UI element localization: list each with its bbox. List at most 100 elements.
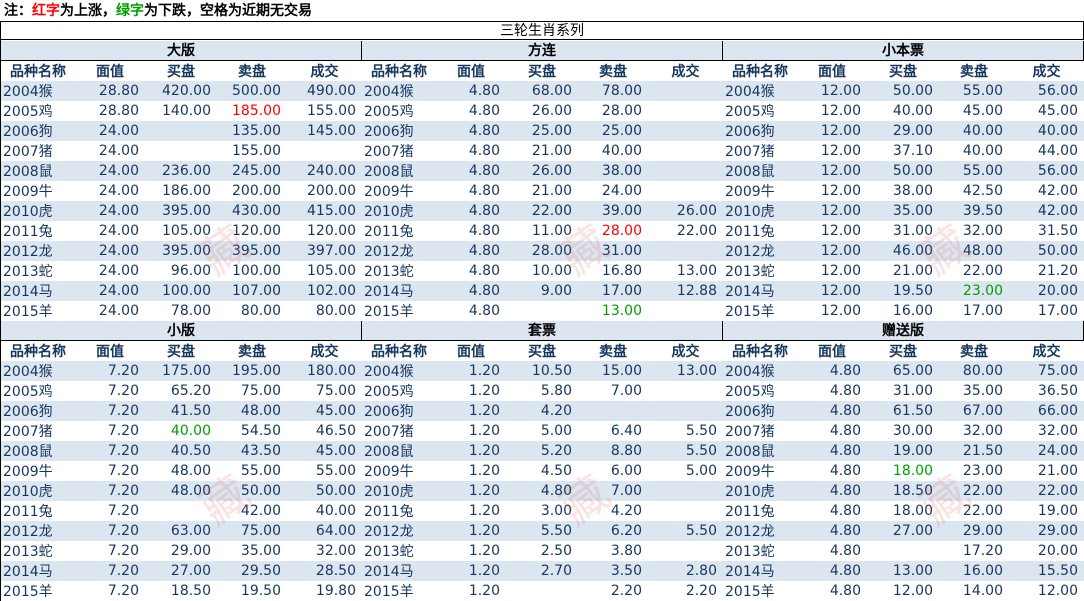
table-row: 2004猴 28.80 420.00 500.00 490.00 xyxy=(1,81,362,101)
value-cell: 7.20 xyxy=(75,541,145,561)
item-name-cell: 2015羊 xyxy=(723,581,797,601)
value-cell: 42.50 xyxy=(939,181,1009,201)
table-row: 2009牛 1.20 4.50 6.00 5.00 xyxy=(362,461,723,481)
table-row: 2009牛 7.20 48.00 55.00 55.00 xyxy=(1,461,362,481)
item-name-cell: 2007猪 xyxy=(723,421,797,441)
item-name-cell: 2010虎 xyxy=(723,481,797,501)
value-cell: 245.00 xyxy=(217,161,287,181)
value-cell: 15.50 xyxy=(1009,561,1084,581)
value-cell: 26.00 xyxy=(506,101,578,121)
table-row: 2006狗 4.80 25.00 25.00 xyxy=(362,121,723,141)
value-cell: 155.00 xyxy=(217,141,287,161)
value-cell: 21.00 xyxy=(506,181,578,201)
table-row: 2011兔 1.20 3.00 4.20 xyxy=(362,501,723,521)
item-name-cell: 2005鸡 xyxy=(723,381,797,401)
value-cell: 5.20 xyxy=(506,441,578,461)
value-cell xyxy=(648,241,723,261)
value-cell: 9.00 xyxy=(506,281,578,301)
table-row: 2006狗 1.20 4.20 xyxy=(362,401,723,421)
item-name-cell: 2013蛇 xyxy=(1,261,75,281)
value-cell: 32.00 xyxy=(1009,421,1084,441)
value-cell: 4.80 xyxy=(797,441,867,461)
value-cell: 42.00 xyxy=(1009,181,1084,201)
value-cell: 24.00 xyxy=(75,241,145,261)
column-header: 成交 xyxy=(287,341,362,361)
table-row: 2007猪 12.00 37.10 40.00 44.00 xyxy=(723,141,1084,161)
value-cell: 7.20 xyxy=(75,361,145,381)
value-cell: 4.80 xyxy=(797,421,867,441)
value-cell: 7.20 xyxy=(75,421,145,441)
value-cell: 55.00 xyxy=(939,161,1009,181)
value-cell: 4.80 xyxy=(436,161,506,181)
value-cell: 2.80 xyxy=(648,561,723,581)
column-header: 成交 xyxy=(1009,341,1084,361)
item-name-cell: 2014马 xyxy=(362,281,436,301)
panel-title: 赠送版 xyxy=(723,321,1083,341)
value-cell: 80.00 xyxy=(217,301,287,321)
value-cell: 12.00 xyxy=(797,141,867,161)
value-cell: 12.00 xyxy=(797,201,867,221)
value-cell: 32.00 xyxy=(939,421,1009,441)
item-name-cell: 2015羊 xyxy=(1,581,75,601)
value-cell: 17.20 xyxy=(939,541,1009,561)
column-header: 买盘 xyxy=(867,61,939,81)
value-cell: 120.00 xyxy=(287,221,362,241)
value-cell: 395.00 xyxy=(145,241,217,261)
column-header: 成交 xyxy=(648,61,723,81)
value-cell: 40.00 xyxy=(867,101,939,121)
value-cell: 13.00 xyxy=(867,561,939,581)
value-cell: 2.70 xyxy=(506,561,578,581)
value-cell: 24.00 xyxy=(1009,441,1084,461)
panel-title: 套票 xyxy=(362,321,722,341)
value-cell: 7.20 xyxy=(75,481,145,501)
panel-title: 大版 xyxy=(1,41,361,61)
price-table: 品种名称 面值 买盘 卖盘 成交 2004猴 28.80 420.00 500.00 490.00… xyxy=(1,61,362,321)
value-cell: 39.50 xyxy=(939,201,1009,221)
value-cell: 240.00 xyxy=(287,161,362,181)
table-row: 2012龙 4.80 27.00 29.00 29.00 xyxy=(723,521,1084,541)
legend-note: 注：红字为上涨，绿字为下跌，空格为近期无交易 xyxy=(4,2,312,20)
item-name-cell: 2008鼠 xyxy=(362,161,436,181)
value-cell xyxy=(648,121,723,141)
column-header: 卖盘 xyxy=(578,61,648,81)
item-name-cell: 2009牛 xyxy=(362,461,436,481)
item-name-cell: 2007猪 xyxy=(362,141,436,161)
table-row: 2011兔 24.00 105.00 120.00 120.00 xyxy=(1,221,362,241)
value-cell: 1.20 xyxy=(436,461,506,481)
panel-4: 小版 品种名称 面值 买盘 卖盘 成交 2004猴 7.20 175.00 195.00 180.0… xyxy=(1,321,362,601)
value-cell: 30.00 xyxy=(867,421,939,441)
value-cell: 24.00 xyxy=(75,201,145,221)
item-name-cell: 2015羊 xyxy=(362,581,436,601)
column-header: 成交 xyxy=(648,341,723,361)
item-name-cell: 2014马 xyxy=(362,561,436,581)
column-header: 面值 xyxy=(75,341,145,361)
value-cell: 100.00 xyxy=(217,261,287,281)
column-header: 面值 xyxy=(797,61,867,81)
value-cell: 24.00 xyxy=(75,181,145,201)
value-cell: 420.00 xyxy=(145,81,217,101)
table-row: 2006狗 24.00 135.00 145.00 xyxy=(1,121,362,141)
value-cell: 29.50 xyxy=(217,561,287,581)
value-cell: 55.00 xyxy=(939,81,1009,101)
column-header: 面值 xyxy=(436,61,506,81)
price-sheet: 三轮生肖系列 大版 品种名称 面值 买盘 卖盘 成交 2004猴 28.80 420.00 500… xyxy=(0,21,1084,601)
value-cell: 7.20 xyxy=(75,581,145,601)
value-cell xyxy=(506,301,578,321)
value-cell: 21.00 xyxy=(506,141,578,161)
item-name-cell: 2004猴 xyxy=(1,361,75,381)
value-cell: 42.00 xyxy=(1009,201,1084,221)
table-row: 2010虎 4.80 22.00 39.00 26.00 xyxy=(362,201,723,221)
value-cell: 18.50 xyxy=(867,481,939,501)
item-name-cell: 2012龙 xyxy=(362,521,436,541)
value-cell: 17.00 xyxy=(1009,301,1084,321)
value-cell: 4.80 xyxy=(436,121,506,141)
value-cell: 500.00 xyxy=(217,81,287,101)
table-row: 2005鸡 4.80 26.00 28.00 xyxy=(362,101,723,121)
note-red-text: 为上涨， xyxy=(60,3,116,19)
table-row: 2009牛 24.00 186.00 200.00 200.00 xyxy=(1,181,362,201)
value-cell: 1.20 xyxy=(436,521,506,541)
table-row: 2013蛇 7.20 29.00 35.00 32.00 xyxy=(1,541,362,561)
table-row: 2007猪 7.20 40.00 54.50 46.50 xyxy=(1,421,362,441)
value-cell: 48.00 xyxy=(217,401,287,421)
table-row: 2015羊 4.80 13.00 xyxy=(362,301,723,321)
